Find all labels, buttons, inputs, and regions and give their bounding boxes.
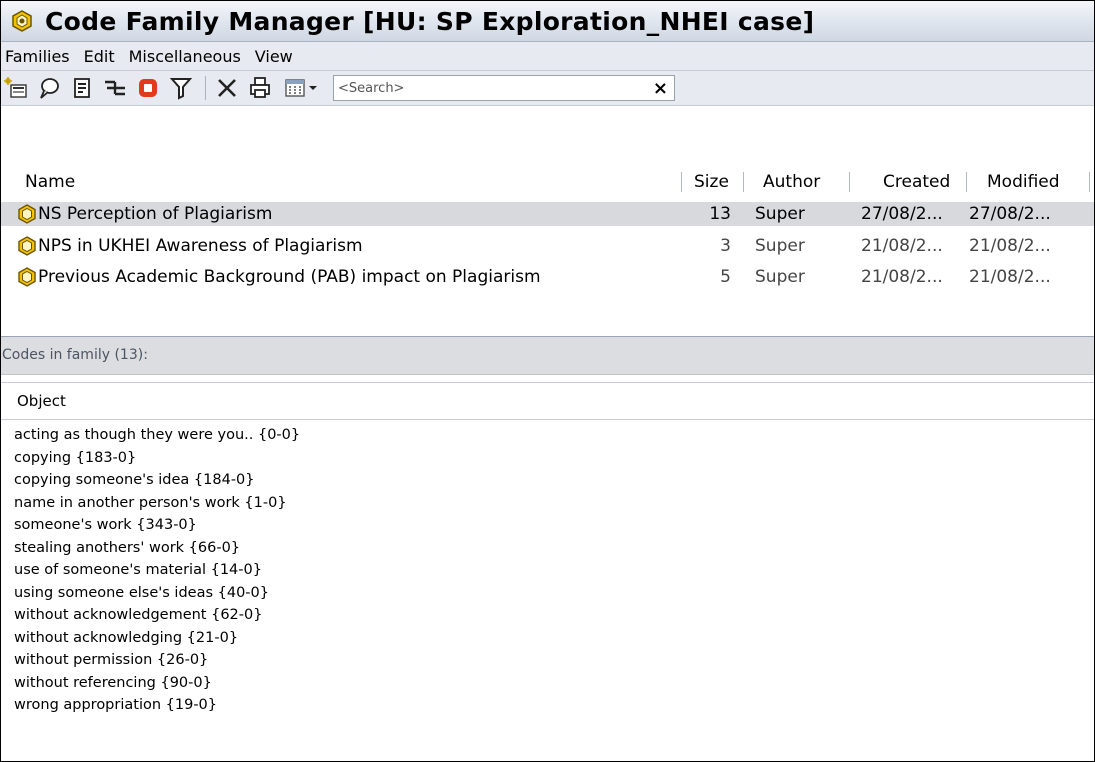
search-input[interactable] — [334, 77, 640, 99]
comment-button[interactable] — [36, 75, 62, 101]
chevron-down-icon — [308, 86, 317, 90]
family-row[interactable]: NPS in UKHEI Awareness of Plagiarism 3 S… — [1, 234, 1094, 258]
toolbar-separator — [205, 76, 206, 100]
family-size: 13 — [709, 204, 731, 224]
stop-icon — [139, 79, 157, 97]
column-divider[interactable] — [743, 172, 744, 192]
list-item[interactable]: someone's work {343-0} — [14, 514, 300, 537]
document-button[interactable] — [69, 75, 95, 101]
family-author: Super — [755, 236, 805, 256]
family-modified: 27/08/2... — [969, 204, 1051, 224]
list-item[interactable]: wrong appropriation {19-0} — [14, 694, 300, 717]
family-name: NPS in UKHEI Awareness of Plagiarism — [38, 236, 363, 256]
column-divider[interactable] — [681, 172, 682, 192]
column-header-author[interactable]: Author — [763, 167, 820, 197]
family-author: Super — [755, 267, 805, 287]
list-item[interactable]: without acknowledgement {62-0} — [14, 604, 300, 627]
family-created: 21/08/2... — [861, 236, 943, 256]
delete-icon — [218, 79, 236, 97]
family-modified: 21/08/2... — [969, 236, 1051, 256]
code-family-icon — [18, 204, 36, 224]
code-family-manager-window: Code Family Manager [HU: SP Exploration_… — [0, 0, 1095, 762]
menu-bar: Families Edit Miscellaneous View — [1, 42, 1094, 71]
column-header-created[interactable]: Created — [883, 167, 950, 197]
comment-icon — [40, 78, 59, 99]
menu-edit[interactable]: Edit — [78, 47, 121, 66]
grid-view-icon — [284, 79, 305, 97]
filter-icon — [169, 78, 193, 100]
new-family-icon — [4, 77, 27, 98]
list-item[interactable]: acting as though they were you.. {0-0} — [14, 424, 300, 447]
code-family-icon — [18, 267, 36, 287]
list-item[interactable]: without acknowledging {21-0} — [14, 627, 300, 650]
menu-families[interactable]: Families — [1, 47, 76, 66]
code-family-icon — [18, 236, 36, 256]
family-modified: 21/08/2... — [969, 267, 1051, 287]
list-item[interactable]: using someone else's ideas {40-0} — [14, 582, 300, 605]
column-header-modified[interactable]: Modified — [987, 167, 1060, 197]
column-divider[interactable] — [849, 172, 850, 192]
window-title: Code Family Manager [HU: SP Exploration_… — [45, 6, 815, 36]
menu-view[interactable]: View — [249, 47, 299, 66]
list-item[interactable]: without permission {26-0} — [14, 649, 300, 672]
view-options-button[interactable] — [280, 75, 320, 101]
family-size: 3 — [720, 236, 731, 256]
family-name: Previous Academic Background (PAB) impac… — [38, 267, 541, 287]
menu-miscellaneous[interactable]: Miscellaneous — [123, 47, 247, 66]
list-item[interactable]: stealing anothers' work {66-0} — [14, 537, 300, 560]
list-item[interactable]: without referencing {90-0} — [14, 672, 300, 695]
print-button[interactable] — [247, 75, 273, 101]
filter-button[interactable] — [168, 75, 194, 101]
object-column-label: Object — [17, 392, 66, 410]
list-item[interactable]: name in another person's work {1-0} — [14, 492, 300, 515]
families-table-header: Name Size Author Created Modified — [1, 167, 1094, 197]
codes-list: acting as though they were you.. {0-0} c… — [14, 424, 300, 717]
column-divider[interactable] — [1089, 172, 1090, 192]
title-bar[interactable]: Code Family Manager [HU: SP Exploration_… — [1, 1, 1094, 42]
codes-in-family-label: Codes in family (13): — [1, 336, 1094, 375]
toolbar: × — [1, 71, 1094, 106]
tree-icon — [105, 80, 125, 96]
delete-button[interactable] — [214, 75, 240, 101]
stop-button[interactable] — [135, 75, 161, 101]
code-family-icon — [12, 10, 32, 32]
family-author: Super — [755, 204, 805, 224]
print-icon — [250, 77, 270, 98]
search-box: × — [333, 75, 675, 101]
family-created: 27/08/2... — [861, 204, 943, 224]
column-header-name[interactable]: Name — [25, 167, 75, 197]
family-row[interactable]: NS Perception of Plagiarism 13 Super 27/… — [1, 202, 1094, 226]
family-size: 5 — [720, 267, 731, 287]
list-item[interactable]: copying {183-0} — [14, 447, 300, 470]
column-divider[interactable] — [966, 172, 967, 192]
network-button[interactable] — [102, 75, 128, 101]
search-clear-button[interactable]: × — [653, 78, 668, 99]
list-item[interactable]: use of someone's material {14-0} — [14, 559, 300, 582]
document-icon — [74, 78, 90, 98]
codes-in-family-text: Codes in family (13): — [2, 347, 148, 363]
list-item[interactable]: copying someone's idea {184-0} — [14, 469, 300, 492]
family-name: NS Perception of Plagiarism — [38, 204, 273, 224]
family-created: 21/08/2... — [861, 267, 943, 287]
object-column-header[interactable]: Object — [1, 382, 1094, 420]
new-family-button[interactable] — [3, 75, 29, 101]
family-row[interactable]: Previous Academic Background (PAB) impac… — [1, 265, 1094, 289]
column-header-size[interactable]: Size — [694, 167, 729, 197]
